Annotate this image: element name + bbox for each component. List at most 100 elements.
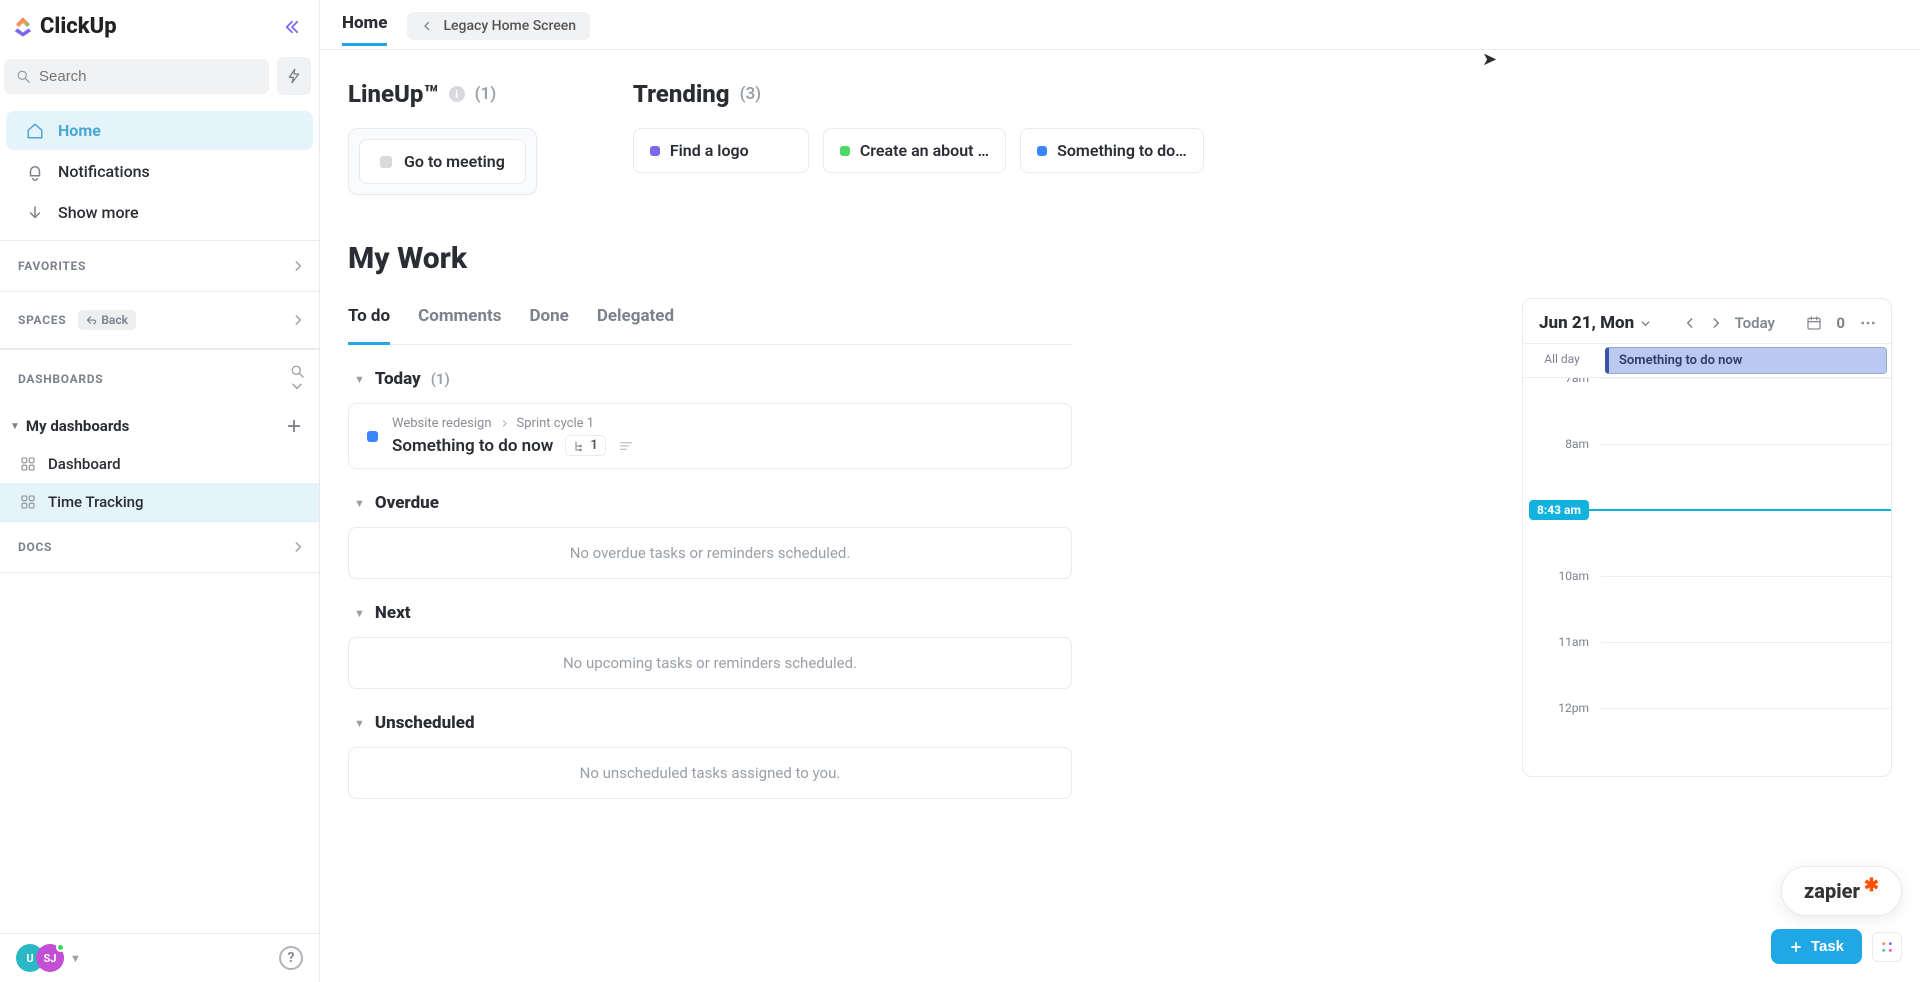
- logo[interactable]: ClickUp: [12, 14, 117, 39]
- top-bar: Home Legacy Home Screen: [320, 0, 1920, 50]
- status-dot-icon: [840, 146, 850, 156]
- calendar-icon[interactable]: [1806, 315, 1822, 331]
- hour-slot[interactable]: [1601, 708, 1891, 774]
- group-overdue-header[interactable]: ▼Overdue: [354, 493, 1072, 513]
- my-work-title: My Work: [348, 241, 1892, 276]
- task-row[interactable]: Website redesign Sprint cycle 1 Somethin…: [348, 403, 1072, 469]
- calendar-next[interactable]: [1709, 316, 1723, 330]
- tab-comments[interactable]: Comments: [418, 298, 501, 344]
- caret-down-icon: ▼: [354, 497, 365, 510]
- dashboard-item-dashboard[interactable]: Dashboard: [0, 445, 319, 483]
- legacy-home-button[interactable]: Legacy Home Screen: [407, 12, 590, 40]
- task-status-icon: [380, 156, 392, 168]
- bell-icon: [26, 163, 44, 181]
- sidebar-item-show-more[interactable]: Show more: [6, 193, 313, 232]
- hour-slot[interactable]: [1601, 642, 1891, 708]
- dashboards-header[interactable]: DASHBOARDS: [0, 350, 319, 407]
- sidebar-item-notifications[interactable]: Notifications: [6, 152, 313, 191]
- chevron-right-icon: [291, 540, 305, 554]
- sidebar-item-home[interactable]: Home: [6, 111, 313, 150]
- zapier-button[interactable]: zapier✱: [1781, 866, 1902, 916]
- calendar-date[interactable]: Jun 21, Mon: [1539, 313, 1651, 333]
- caret-down-icon: ▼: [10, 421, 20, 432]
- sidebar-item-label: Home: [58, 121, 101, 140]
- home-icon: [26, 122, 44, 140]
- search-icon[interactable]: [290, 364, 305, 379]
- dashboard-item-time-tracking[interactable]: Time Tracking: [0, 483, 319, 521]
- chevron-down-icon[interactable]: [290, 379, 304, 393]
- caret-down-icon: ▼: [354, 607, 365, 620]
- task-breadcrumb: Website redesign Sprint cycle 1: [392, 416, 1053, 431]
- hour-label: 11am: [1523, 635, 1601, 701]
- calendar-today-button[interactable]: Today: [1735, 314, 1775, 332]
- page-title[interactable]: Home: [342, 13, 387, 46]
- my-dashboards-header[interactable]: ▼My dashboards: [0, 407, 319, 445]
- hour-label: 10am: [1523, 569, 1601, 635]
- collapse-sidebar-icon[interactable]: [283, 18, 301, 36]
- chevron-right-icon: [291, 313, 305, 327]
- group-unscheduled-header[interactable]: ▼Unscheduled: [354, 713, 1072, 733]
- apps-icon: [1879, 939, 1895, 955]
- trending-count: (3): [740, 84, 762, 104]
- dashboard-icon: [20, 456, 36, 472]
- group-next-header[interactable]: ▼Next: [354, 603, 1072, 623]
- trending-title: Trending: [633, 80, 730, 108]
- notes-icon[interactable]: [618, 438, 634, 454]
- dashboard-icon: [20, 494, 36, 510]
- status-dot-icon: [650, 146, 660, 156]
- help-icon[interactable]: ?: [279, 946, 303, 970]
- trending-section: Trending (3) Find a logo Create an about …: [633, 80, 1892, 195]
- hour-slot[interactable]: [1601, 378, 1891, 444]
- empty-state: No unscheduled tasks assigned to you.: [348, 747, 1072, 799]
- info-icon[interactable]: i: [449, 86, 465, 102]
- tab-delegated[interactable]: Delegated: [597, 298, 674, 344]
- apps-button[interactable]: [1872, 932, 1902, 962]
- tab-todo[interactable]: To do: [348, 298, 390, 345]
- avatar: SJ: [36, 944, 64, 972]
- group-today-header[interactable]: ▼Today(1): [354, 369, 1072, 389]
- allday-label: All day: [1523, 344, 1601, 377]
- spaces-back-chip[interactable]: Back: [78, 310, 136, 330]
- hour-label: 12pm: [1523, 701, 1601, 767]
- caret-down-icon: [1640, 318, 1651, 329]
- subtask-icon: [573, 440, 585, 452]
- hour-label: 8am: [1523, 437, 1601, 503]
- lineup-task-card[interactable]: Go to meeting: [359, 139, 526, 184]
- docs-header[interactable]: DOCS: [0, 522, 319, 572]
- hour-label: 7am: [1523, 378, 1601, 437]
- my-work-panel: To do Comments Done Delegated ▼Today(1): [348, 298, 1072, 799]
- tab-done[interactable]: Done: [529, 298, 568, 344]
- hour-slot[interactable]: [1601, 576, 1891, 642]
- allday-event[interactable]: Something to do now: [1605, 347, 1887, 374]
- caret-down-icon: ▼: [70, 952, 81, 965]
- chevron-right-icon: [291, 259, 305, 273]
- sidebar-item-label: Notifications: [58, 162, 150, 181]
- more-icon[interactable]: [1859, 314, 1877, 332]
- calendar-prev[interactable]: [1683, 316, 1697, 330]
- favorites-header[interactable]: FAVORITES: [0, 241, 319, 292]
- online-status-dot: [56, 943, 65, 952]
- lineup-count: (1): [475, 84, 497, 104]
- calendar-event-count: 0: [1836, 314, 1845, 332]
- subtasks-pill[interactable]: 1: [565, 435, 605, 456]
- lightning-icon: [286, 68, 302, 84]
- task-status-icon: [367, 431, 378, 442]
- empty-state: No overdue tasks or reminders scheduled.: [348, 527, 1072, 579]
- lineup-title: LineUp™: [348, 80, 439, 108]
- sidebar: ClickUp Home Notifications: [0, 0, 320, 982]
- trending-card[interactable]: Create an about …: [823, 128, 1006, 173]
- search-input[interactable]: [4, 59, 269, 94]
- quick-action-button[interactable]: [277, 57, 311, 95]
- spaces-header[interactable]: SPACES Back: [0, 292, 319, 349]
- task-name: Something to do now: [392, 436, 553, 456]
- trending-card[interactable]: Find a logo: [633, 128, 809, 173]
- user-avatars[interactable]: U SJ ▼: [16, 944, 81, 972]
- plus-icon: [1789, 940, 1803, 954]
- trending-card[interactable]: Something to do…: [1020, 128, 1204, 173]
- caret-down-icon: ▼: [354, 373, 365, 386]
- sidebar-item-label: Show more: [58, 203, 139, 222]
- new-task-button[interactable]: Task: [1771, 929, 1862, 964]
- search-icon: [16, 69, 31, 84]
- plus-icon[interactable]: [285, 417, 303, 435]
- dashboard-item-label: Time Tracking: [48, 493, 144, 511]
